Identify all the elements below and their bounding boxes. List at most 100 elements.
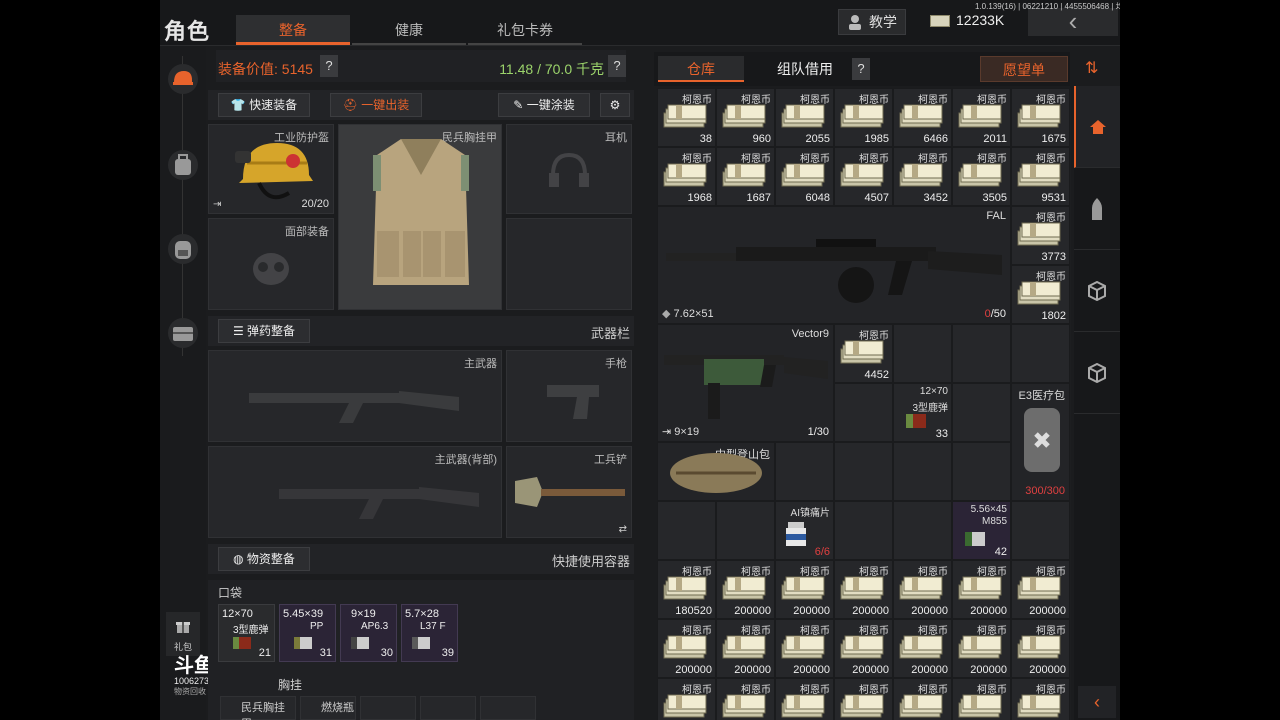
empty-cell[interactable] bbox=[893, 442, 952, 501]
cash-item[interactable]: 柯恩币 bbox=[893, 678, 952, 720]
cash-item[interactable]: 柯恩币 200000 bbox=[952, 619, 1011, 678]
ammo-prep-button[interactable]: ☰ 弹药整备 bbox=[218, 319, 310, 343]
back-weapon-slot[interactable]: 主武器(背部) bbox=[208, 446, 502, 538]
cash-item[interactable]: 柯恩币 2011 bbox=[952, 88, 1011, 147]
fal-rifle-item[interactable]: FAL ◆ 7.62×51 0/50 bbox=[657, 206, 1011, 324]
vest-rig-slot[interactable]: 民兵胸挂甲 bbox=[220, 696, 296, 720]
tab-health[interactable]: 健康 bbox=[352, 15, 466, 45]
gift-button[interactable]: 礼包 bbox=[166, 612, 200, 656]
tab-gift-cards[interactable]: 礼包卡券 bbox=[468, 15, 582, 45]
tab-team-borrow[interactable]: 组队借用 bbox=[760, 56, 850, 82]
empty-cell[interactable] bbox=[893, 501, 952, 560]
cash-item[interactable]: 柯恩币 200000 bbox=[952, 560, 1011, 619]
cash-item[interactable]: 柯恩币 200000 bbox=[1011, 619, 1070, 678]
cash-item[interactable]: 柯恩币 1802 bbox=[1011, 265, 1070, 324]
sort-icon[interactable]: ⇅ bbox=[1085, 58, 1098, 78]
cash-item[interactable]: 柯恩币 1968 bbox=[657, 147, 716, 206]
cash-item[interactable]: 柯恩币 2055 bbox=[775, 88, 834, 147]
cash-item[interactable]: 柯恩币 9531 bbox=[1011, 147, 1070, 206]
quick-equip-button[interactable]: 👕 快速装备 bbox=[218, 93, 310, 117]
painkiller-item[interactable]: AI镇痛片 6/6 bbox=[775, 501, 834, 560]
cash-item[interactable]: 柯恩币 960 bbox=[716, 88, 775, 147]
empty-cell[interactable] bbox=[834, 383, 893, 442]
cash-item[interactable]: 柯恩币 200000 bbox=[657, 619, 716, 678]
empty-cell[interactable] bbox=[893, 324, 952, 383]
shovel-slot[interactable]: 工兵铲 ⇄ bbox=[506, 446, 632, 538]
medkit-item[interactable]: E3医疗包 300/300 bbox=[1011, 383, 1070, 501]
cash-item[interactable]: 柯恩币 3773 bbox=[1011, 206, 1070, 265]
cash-item[interactable]: 柯恩币 6466 bbox=[893, 88, 952, 147]
cash-item[interactable]: 柯恩币 4452 bbox=[834, 324, 893, 383]
empty-cell[interactable] bbox=[657, 501, 716, 560]
cash-item[interactable]: 柯恩币 1675 bbox=[1011, 88, 1070, 147]
empty-cell[interactable] bbox=[952, 383, 1011, 442]
cash-item[interactable]: 柯恩币 180520 bbox=[657, 560, 716, 619]
bag-icon[interactable] bbox=[168, 150, 198, 180]
cash-item[interactable]: 柯恩币 bbox=[952, 678, 1011, 720]
cash-item[interactable]: 柯恩币 200000 bbox=[893, 560, 952, 619]
m855-ammo-item[interactable]: 5.56×45 M855 42 bbox=[952, 501, 1011, 560]
pocket-slot[interactable]: 5.7×28 L37 F 39 bbox=[401, 604, 458, 662]
cash-item[interactable]: 柯恩币 3505 bbox=[952, 147, 1011, 206]
empty-cell[interactable] bbox=[952, 324, 1011, 383]
primary-weapon-slot[interactable]: 主武器 bbox=[208, 350, 502, 442]
tab-warehouse[interactable]: 仓库 bbox=[658, 56, 744, 82]
armor-slot[interactable]: 民兵胸挂甲 bbox=[338, 124, 502, 310]
vector-smg-item[interactable]: Vector9 ⇥ 9×19 1/30 bbox=[657, 324, 834, 442]
box-alt-icon[interactable] bbox=[1074, 332, 1120, 414]
cash-item[interactable]: 柯恩币 bbox=[657, 678, 716, 720]
cash-item[interactable]: 柯恩币 200000 bbox=[1011, 560, 1070, 619]
backpack-icon[interactable] bbox=[168, 234, 198, 264]
helmet-slot[interactable]: 工业防护盔 ⇥ 20/20 bbox=[208, 124, 334, 214]
empty-cell[interactable] bbox=[1011, 324, 1070, 383]
helmet-icon[interactable] bbox=[168, 64, 198, 94]
storage-help-button[interactable]: ? bbox=[852, 58, 870, 80]
empty-cell[interactable] bbox=[834, 442, 893, 501]
settings-button[interactable]: ⚙ bbox=[600, 93, 630, 117]
unequip-icon[interactable]: ⇥ bbox=[213, 199, 221, 210]
pocket-slot[interactable]: 5.45×39 PP 31 bbox=[279, 604, 336, 662]
bullet-icon[interactable] bbox=[1074, 168, 1120, 250]
cash-item[interactable]: 柯恩币 bbox=[834, 678, 893, 720]
swap-icon[interactable]: ⇄ bbox=[619, 524, 627, 535]
empty-cell[interactable] bbox=[775, 442, 834, 501]
empty-cell[interactable] bbox=[834, 501, 893, 560]
backpack-item[interactable]: 中型登山包 bbox=[657, 442, 775, 501]
empty-cell[interactable] bbox=[952, 442, 1011, 501]
empty-cell[interactable] bbox=[1011, 501, 1070, 560]
weight-help-button[interactable]: ? bbox=[608, 55, 626, 77]
pocket-slot[interactable]: 9×19 AP6.3 30 bbox=[340, 604, 397, 662]
wishlist-button[interactable]: 愿望单 bbox=[980, 56, 1068, 82]
cash-item[interactable]: 柯恩币 200000 bbox=[834, 619, 893, 678]
back-button[interactable]: ‹ bbox=[1028, 8, 1118, 36]
teach-button[interactable]: 教学 bbox=[838, 9, 906, 35]
cash-item[interactable]: 柯恩币 38 bbox=[657, 88, 716, 147]
pocket-slot[interactable]: 12×70 3型鹿弹 21 bbox=[218, 604, 275, 662]
home-icon[interactable] bbox=[1074, 86, 1120, 168]
empty-slot[interactable] bbox=[480, 696, 536, 720]
cash-item[interactable]: 柯恩币 200000 bbox=[775, 560, 834, 619]
chest-icon[interactable] bbox=[168, 318, 198, 348]
value-help-button[interactable]: ? bbox=[320, 55, 338, 77]
one-click-equip-button[interactable]: ⛑ 一键出装 bbox=[330, 93, 422, 117]
cash-item[interactable]: 柯恩币 6048 bbox=[775, 147, 834, 206]
supplies-prep-button[interactable]: ◍ 物资整备 bbox=[218, 547, 310, 571]
cash-item[interactable]: 柯恩币 200000 bbox=[775, 619, 834, 678]
molotov-slot[interactable]: 燃烧瓶 bbox=[300, 696, 356, 720]
cash-item[interactable]: 柯恩币 3452 bbox=[893, 147, 952, 206]
cash-item[interactable]: 柯恩币 1985 bbox=[834, 88, 893, 147]
cash-item[interactable]: 柯恩币 bbox=[1011, 678, 1070, 720]
cash-item[interactable]: 柯恩币 bbox=[775, 678, 834, 720]
cash-item[interactable]: 柯恩币 4507 bbox=[834, 147, 893, 206]
extra-slot[interactable] bbox=[506, 218, 632, 310]
face-slot[interactable]: 面部装备 bbox=[208, 218, 334, 310]
buckshot-ammo-item[interactable]: 12×70 3型鹿弹 33 bbox=[893, 383, 952, 442]
collapse-button[interactable]: ‹ bbox=[1078, 686, 1116, 718]
cash-item[interactable]: 柯恩币 1687 bbox=[716, 147, 775, 206]
cash-item[interactable]: 柯恩币 200000 bbox=[893, 619, 952, 678]
headset-slot[interactable]: 耳机 bbox=[506, 124, 632, 214]
empty-cell[interactable] bbox=[716, 501, 775, 560]
cash-item[interactable]: 柯恩币 bbox=[716, 678, 775, 720]
empty-slot[interactable] bbox=[360, 696, 416, 720]
box-icon[interactable] bbox=[1074, 250, 1120, 332]
